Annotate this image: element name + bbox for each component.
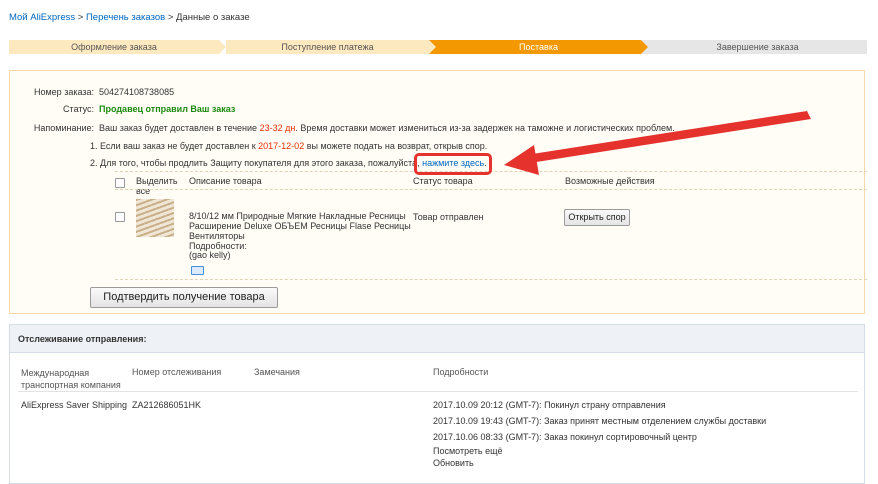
status-value: Продавец отправил Ваш заказ [99, 104, 236, 114]
step-order-placed: Оформление заказа [9, 40, 219, 54]
breadcrumb-separator: > [167, 12, 174, 23]
item-status-value: Товар отправлен [413, 212, 484, 222]
step-chevron [219, 40, 226, 54]
divider [115, 279, 867, 280]
tracking-event: 2017.10.09 20:12 (GMT-7): Покинул страну… [433, 400, 666, 410]
step-shipping: Поставка [436, 40, 641, 54]
col-item-status: Статус товара [413, 176, 473, 186]
divider [18, 391, 858, 392]
select-all-checkbox[interactable] [115, 178, 125, 188]
order-progress-steps: Оформление заказа Поступление платежа По… [9, 40, 867, 54]
note1-suffix: вы можете подать на возврат, открыв спор… [306, 141, 488, 151]
tracking-event: 2017.10.06 08:33 (GMT-7): Заказ покинул … [433, 432, 697, 442]
order-number-label: Номер заказа: [33, 87, 94, 97]
product-details-value: (gao kelly) [189, 250, 231, 260]
order-number-value: 504274108738085 [99, 87, 175, 97]
reminder-prefix: Ваш заказ будет доставлен в течение [99, 123, 258, 133]
annotation-highlight-box [414, 153, 492, 175]
tracking-event: 2017.10.09 19:43 (GMT-7): Заказ принят м… [433, 416, 767, 426]
tracking-title: Отслеживание отправления: [18, 334, 147, 344]
reminder-label: Напоминание: [33, 123, 94, 133]
col-remarks: Замечания [254, 367, 300, 377]
note-refund: 1. Если ваш заказ не будет доставлен к 2… [90, 141, 487, 151]
breadcrumb-separator: > [77, 12, 84, 23]
refresh-link[interactable]: Обновить [433, 458, 474, 468]
breadcrumb: Мой AliExpress > Перечень заказов > Данн… [9, 12, 250, 23]
breadcrumb-orders-list[interactable]: Перечень заказов [86, 12, 165, 23]
tracking-panel: Отслеживание отправления: Международная … [9, 324, 865, 484]
col-description: Описание товара [189, 176, 262, 186]
step-chevron [429, 40, 436, 54]
tracking-header: Отслеживание отправления: [10, 325, 864, 353]
product-title-link[interactable]: 8/10/12 мм Природные Мягкие Накладные Ре… [189, 211, 411, 241]
breadcrumb-my-aliexpress[interactable]: Мой AliExpress [9, 12, 75, 23]
col-carrier: Международная транспортная компания [21, 368, 121, 390]
note2-prefix: 2. Для того, чтобы продлить Защиту покуп… [90, 158, 420, 168]
snapshot-icon[interactable] [191, 266, 204, 275]
col-details: Подробности [433, 367, 489, 377]
status-label: Статус: [63, 104, 94, 114]
item-checkbox[interactable] [115, 212, 125, 222]
product-thumbnail[interactable] [136, 199, 174, 237]
carrier-name: AliExpress Saver Shipping [21, 400, 128, 410]
annotation-arrow-icon [504, 111, 811, 175]
refund-date: 2017-12-02 [258, 141, 305, 151]
step-completed: Завершение заказа [648, 40, 867, 54]
confirm-receipt-button[interactable]: Подтвердить получение товара [90, 287, 278, 308]
note1-prefix: 1. Если ваш заказ не будет доставлен к [90, 141, 256, 151]
step-payment-received: Поступление платежа [226, 40, 429, 54]
breadcrumb-current: Данные о заказе [176, 12, 250, 23]
select-all-label: Выделить все [136, 176, 178, 196]
tracking-number: ZA212686051HK [132, 400, 202, 410]
open-dispute-button[interactable]: Открыть спор [564, 209, 630, 226]
col-tracking-number: Номер отслеживания [132, 367, 222, 377]
step-chevron [641, 40, 648, 54]
divider [115, 189, 867, 190]
delivery-days: 23-32 дн [259, 123, 296, 133]
view-more-link[interactable]: Посмотреть ещё [433, 446, 503, 456]
